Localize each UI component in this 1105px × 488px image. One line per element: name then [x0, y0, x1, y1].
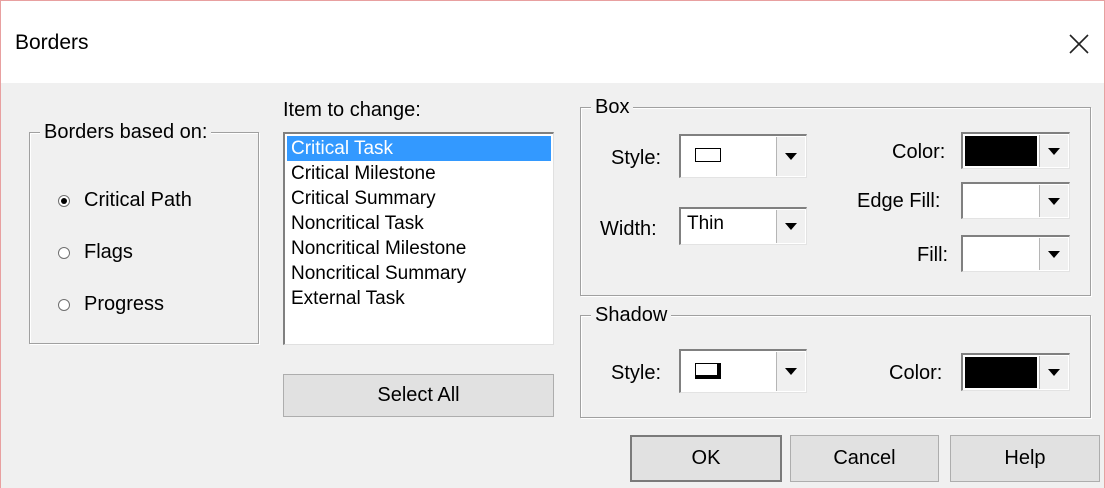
- title-bar: Borders: [1, 1, 1104, 83]
- list-item[interactable]: Noncritical Summary: [287, 261, 551, 286]
- box-style-label: Style:: [611, 147, 662, 169]
- chevron-down-icon: [776, 137, 805, 176]
- cancel-button[interactable]: Cancel: [790, 435, 939, 482]
- fill-swatch: [965, 239, 1037, 269]
- chevron-down-icon: [1039, 238, 1068, 270]
- box-color-swatch: [965, 136, 1037, 166]
- list-item[interactable]: Noncritical Milestone: [287, 236, 551, 261]
- radio-label: Flags: [84, 241, 133, 263]
- list-item[interactable]: External Task: [287, 286, 551, 311]
- window-title: Borders: [15, 31, 89, 54]
- shadow-legend: Shadow: [591, 303, 672, 327]
- radio-option[interactable]: Critical Path: [58, 189, 192, 212]
- radio-button-icon[interactable]: [58, 194, 70, 207]
- chevron-down-icon: [776, 210, 805, 243]
- chevron-down-icon: [776, 352, 805, 391]
- box-width-value: Thin: [687, 213, 724, 234]
- box-width-dropdown[interactable]: Thin: [679, 207, 807, 245]
- shadow-color-label: Color:: [889, 362, 943, 384]
- box-color-dropdown[interactable]: [961, 132, 1070, 169]
- radio-label: Progress: [84, 293, 165, 315]
- box-style-dropdown[interactable]: [679, 134, 807, 178]
- item-to-change-label: Item to change:: [283, 99, 421, 121]
- box-legend: Box: [591, 95, 634, 119]
- borders-based-on-group: Borders based on: Critical Path Flags Prog…: [29, 120, 259, 344]
- shadow-style-label: Style:: [611, 362, 662, 384]
- edge-fill-dropdown[interactable]: [961, 182, 1070, 219]
- close-button[interactable]: [1058, 23, 1098, 63]
- box-width-label: Width:: [600, 218, 657, 240]
- edge-fill-label: Edge Fill:: [857, 190, 941, 212]
- box-color-label: Color:: [892, 141, 946, 163]
- radio-button-icon[interactable]: [58, 246, 70, 259]
- radio-label: Critical Path: [84, 189, 192, 211]
- fill-label: Fill:: [917, 244, 949, 266]
- borders-based-on-legend: Borders based on:: [40, 120, 212, 144]
- close-icon: [1069, 34, 1089, 54]
- list-item[interactable]: Critical Summary: [287, 186, 551, 211]
- chevron-down-icon: [1039, 356, 1068, 389]
- radio-option[interactable]: Progress: [58, 293, 164, 316]
- shadow-style-dropdown[interactable]: [679, 349, 807, 393]
- list-item[interactable]: Critical Milestone: [287, 161, 551, 186]
- radio-button-icon[interactable]: [58, 298, 70, 311]
- list-item[interactable]: Critical Task: [287, 136, 551, 161]
- ok-button[interactable]: OK: [630, 435, 782, 482]
- radio-option[interactable]: Flags: [58, 241, 133, 264]
- list-item[interactable]: Noncritical Task: [287, 211, 551, 236]
- box-style-preview: [695, 148, 721, 162]
- shadow-style-preview: [695, 363, 721, 379]
- edge-fill-swatch: [965, 186, 1037, 216]
- help-button[interactable]: Help: [950, 435, 1100, 482]
- fill-dropdown[interactable]: [961, 235, 1070, 272]
- chevron-down-icon: [1039, 135, 1068, 167]
- shadow-color-swatch: [965, 357, 1037, 388]
- chevron-down-icon: [1039, 185, 1068, 217]
- item-to-change-listbox[interactable]: Critical Task Critical Milestone Critical …: [283, 132, 554, 345]
- select-all-button[interactable]: Select All: [283, 374, 554, 417]
- borders-dialog: Borders Borders based on: Critical Path F…: [0, 0, 1105, 488]
- shadow-color-dropdown[interactable]: [961, 353, 1070, 391]
